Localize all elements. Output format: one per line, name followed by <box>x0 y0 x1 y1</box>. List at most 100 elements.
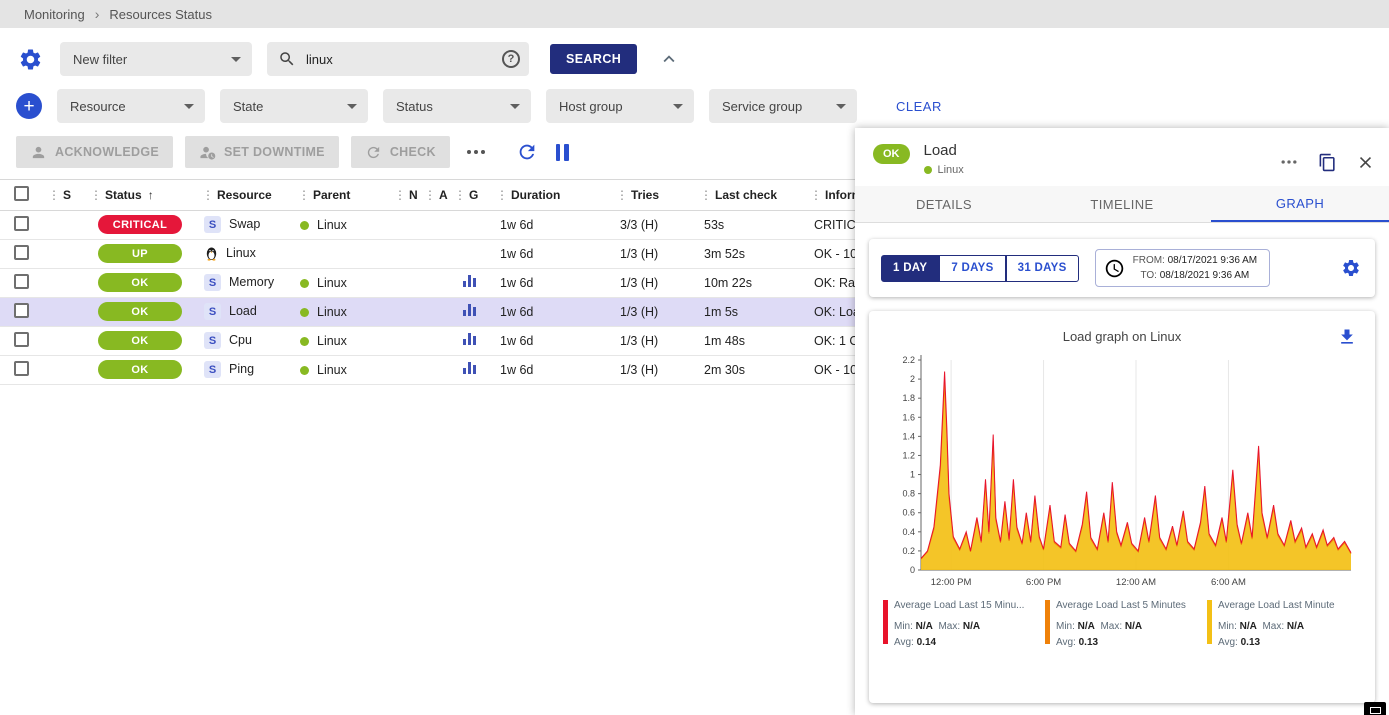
drag-handle-icon[interactable]: ⋮ <box>202 188 214 202</box>
range-31-days-button[interactable]: 31 DAYS <box>1006 255 1079 282</box>
resource-name[interactable]: Ping <box>229 362 254 376</box>
row-checkbox[interactable] <box>14 216 29 231</box>
table-row[interactable]: OKSMemoryLinux1w 6d1/3 (H)10m 22sOK: Ra <box>0 268 855 297</box>
graph-icon[interactable] <box>463 275 476 287</box>
panel-more-icon[interactable] <box>1277 150 1301 174</box>
drag-handle-icon[interactable]: ⋮ <box>616 188 628 202</box>
legend-item[interactable]: Average Load Last 5 MinutesMin: N/A Max:… <box>1045 598 1201 650</box>
filter-preset-select[interactable]: New filter <box>60 42 252 76</box>
header-resource[interactable]: ⋮Resource <box>196 180 292 210</box>
row-checkbox[interactable] <box>14 303 29 318</box>
header-duration[interactable]: ⋮Duration <box>490 180 610 210</box>
drag-handle-icon[interactable]: ⋮ <box>424 188 436 202</box>
parent-name[interactable]: Linux <box>317 276 347 290</box>
table-row[interactable]: OKSCpuLinux1w 6d1/3 (H)1m 48sOK: 1 C <box>0 326 855 355</box>
range-1-day-button[interactable]: 1 DAY <box>881 255 939 282</box>
criteria-select-state[interactable]: State <box>220 89 368 123</box>
graph-settings-gear-icon[interactable] <box>1339 256 1363 280</box>
criteria-select-resource[interactable]: Resource <box>57 89 205 123</box>
row-checkbox[interactable] <box>14 274 29 289</box>
download-graph-icon[interactable] <box>1335 325 1359 349</box>
resource-name[interactable]: Linux <box>226 246 256 260</box>
fullscreen-corner-icon[interactable] <box>1364 702 1386 715</box>
header-severity[interactable]: ⋮S <box>42 180 84 210</box>
legend-series-name: Average Load Last 15 Minu... <box>894 598 1024 614</box>
breadcrumb-resources-status[interactable]: Resources Status <box>109 7 212 22</box>
resource-name[interactable]: Load <box>229 304 257 318</box>
header-action[interactable]: ⋮A <box>418 180 448 210</box>
row-checkbox[interactable] <box>14 245 29 260</box>
filter-settings-gear-icon[interactable] <box>16 45 45 74</box>
resource-name[interactable]: Cpu <box>229 333 252 347</box>
drag-handle-icon[interactable]: ⋮ <box>394 188 406 202</box>
search-box[interactable]: linux ? <box>267 42 529 76</box>
graph-icon[interactable] <box>463 362 476 374</box>
drag-handle-icon[interactable]: ⋮ <box>454 188 466 202</box>
criteria-select-status[interactable]: Status <box>383 89 531 123</box>
select-all-checkbox[interactable] <box>14 186 29 201</box>
drag-handle-icon[interactable]: ⋮ <box>298 188 310 202</box>
set-downtime-button[interactable]: SET DOWNTIME <box>185 136 339 168</box>
criteria-select-host-group[interactable]: Host group <box>546 89 694 123</box>
resource-name[interactable]: Memory <box>229 275 274 289</box>
check-button[interactable]: CHECK <box>351 136 450 168</box>
graph-title: Load graph on Linux <box>881 329 1363 344</box>
row-checkbox[interactable] <box>14 332 29 347</box>
clear-filters-button[interactable]: CLEAR <box>896 99 942 114</box>
add-criteria-button[interactable]: + <box>16 93 42 119</box>
legend-minmax: Min: N/A Max: N/A <box>1218 621 1304 632</box>
graph-icon[interactable] <box>463 304 476 316</box>
legend-item[interactable]: Average Load Last 15 Minu...Min: N/A Max… <box>883 598 1039 650</box>
table-row[interactable]: UPLinux1w 6d1/3 (H)3m 52sOK - 10 <box>0 239 855 268</box>
drag-handle-icon[interactable]: ⋮ <box>700 188 712 202</box>
load-graph-chart[interactable]: 12:00 PM6:00 PM12:00 AM6:00 AM00.20.40.6… <box>885 350 1359 596</box>
header-tries[interactable]: ⋮Tries <box>610 180 694 210</box>
drag-handle-icon[interactable]: ⋮ <box>496 188 508 202</box>
parent-name[interactable]: Linux <box>317 363 347 377</box>
sort-ascending-icon[interactable]: ↑ <box>148 188 154 202</box>
range-7-days-button[interactable]: 7 DAYS <box>939 255 1005 282</box>
drag-handle-icon[interactable]: ⋮ <box>810 188 822 202</box>
more-actions-icon[interactable] <box>462 138 490 166</box>
row-checkbox[interactable] <box>14 361 29 376</box>
breadcrumb-monitoring[interactable]: Monitoring <box>24 7 85 22</box>
search-help-icon[interactable]: ? <box>502 50 520 68</box>
header-parent[interactable]: ⋮Parent <box>292 180 388 210</box>
tries-cell: 1/3 (H) <box>610 268 694 297</box>
parent-ok-dot <box>924 166 932 174</box>
refresh-icon[interactable] <box>514 139 540 165</box>
collapse-filters-chevron-up-icon[interactable] <box>656 46 682 72</box>
datetime-range-box[interactable]: FROM: 08/17/2021 9:36 AM TO: 08/18/2021 … <box>1095 249 1271 287</box>
criteria-label: Resource <box>70 99 126 114</box>
panel-subtitle[interactable]: Linux <box>938 164 964 176</box>
drag-handle-icon[interactable]: ⋮ <box>48 188 60 202</box>
header-last-check[interactable]: ⋮Last check <box>694 180 804 210</box>
header-notes[interactable]: ⋮N <box>388 180 418 210</box>
pause-icon[interactable] <box>552 142 573 163</box>
header-information[interactable]: ⋮Information <box>804 180 855 210</box>
parent-name[interactable]: Linux <box>317 218 347 232</box>
resource-name[interactable]: Swap <box>229 217 260 231</box>
parent-name[interactable]: Linux <box>317 305 347 319</box>
criteria-select-service-group[interactable]: Service group <box>709 89 857 123</box>
parent-ok-dot <box>300 279 309 288</box>
search-input[interactable]: linux <box>306 52 492 67</box>
search-button[interactable]: SEARCH <box>550 44 637 74</box>
legend-item[interactable]: Average Load Last MinuteMin: N/A Max: N/… <box>1207 598 1363 650</box>
table-row[interactable]: CRITICALSSwapLinux1w 6d3/3 (H)53sCRITIC <box>0 210 855 239</box>
header-status[interactable]: ⋮Status↑ <box>84 180 196 210</box>
header-graph[interactable]: ⋮G <box>448 180 490 210</box>
graph-icon[interactable] <box>463 333 476 345</box>
acknowledge-button[interactable]: ACKNOWLEDGE <box>16 136 173 168</box>
service-type-icon: S <box>204 303 221 320</box>
table-row[interactable]: OKSLoadLinux1w 6d1/3 (H)1m 5sOK: Loa <box>0 297 855 326</box>
tab-timeline[interactable]: TIMELINE <box>1033 186 1211 222</box>
close-panel-icon[interactable] <box>1354 151 1377 174</box>
copy-link-icon[interactable] <box>1316 151 1339 174</box>
table-row[interactable]: OKSPingLinux1w 6d1/3 (H)2m 30sOK - 10 <box>0 355 855 384</box>
parent-name[interactable]: Linux <box>317 334 347 348</box>
drag-handle-icon[interactable]: ⋮ <box>90 188 102 202</box>
parent-ok-dot <box>300 337 309 346</box>
tab-details[interactable]: DETAILS <box>855 186 1033 222</box>
tab-graph[interactable]: GRAPH <box>1211 186 1389 222</box>
